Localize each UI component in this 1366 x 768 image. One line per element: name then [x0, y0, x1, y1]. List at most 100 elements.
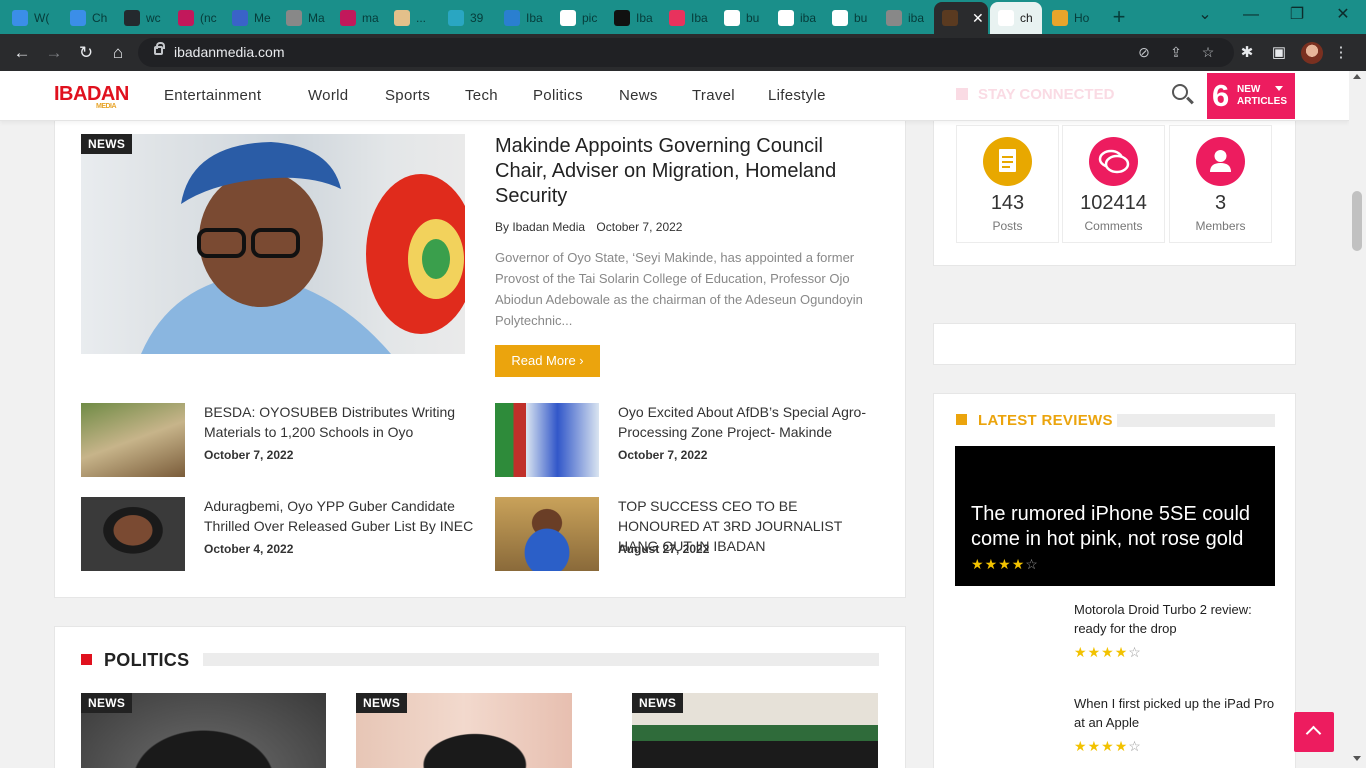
featured-image[interactable]	[81, 134, 465, 354]
read-more-label: Read More	[511, 353, 576, 368]
read-more-button[interactable]: Read More ›	[495, 345, 600, 377]
back-to-top-button[interactable]	[1294, 712, 1334, 752]
nav-link-sports[interactable]: Sports	[385, 87, 430, 104]
page-viewport: IBADAN MEDIA Entertainment World Sports …	[0, 71, 1349, 768]
restore-icon[interactable]: ❐	[1274, 0, 1320, 32]
section-marker	[81, 654, 92, 665]
review-hero-title[interactable]: The rumored iPhone 5SE could come in hot…	[971, 502, 1271, 552]
tab-title: Ch	[92, 11, 108, 25]
browser-tab[interactable]: (nc	[170, 2, 222, 34]
browser-tab[interactable]: bu	[716, 2, 768, 34]
stat-value: 102414	[1080, 192, 1147, 214]
article-title[interactable]: Oyo Excited About AfDB’s Special Agro-Pr…	[618, 402, 878, 442]
side-panel-icon[interactable]: ▣	[1268, 42, 1290, 64]
close-window-icon[interactable]: ✕	[1320, 0, 1366, 32]
browser-tab[interactable]: 39	[440, 2, 492, 34]
nav-link-news[interactable]: News	[619, 87, 658, 104]
new-articles-label-1: NEW	[1237, 84, 1261, 95]
article-thumbnail[interactable]	[495, 403, 599, 477]
chevron-right-icon: ›	[579, 353, 584, 368]
browser-tab[interactable]: ...	[386, 2, 438, 34]
tab-favicon	[394, 10, 410, 26]
browser-toolbar: ← → ↻ ⌂ ibadanmedia.com ⊘ ⇪ ☆ ✱ ▣ ⋮	[0, 34, 1366, 71]
tab-title: Ma	[308, 11, 325, 25]
browser-tab[interactable]: Ho	[1044, 2, 1098, 34]
featured-title[interactable]: Makinde Appoints Governing Council Chair…	[495, 134, 875, 209]
address-bar[interactable]: ibadanmedia.com ⊘ ⇪ ☆	[138, 38, 1234, 67]
browser-tab[interactable]: iba	[770, 2, 822, 34]
new-tab-icon[interactable]: +	[1106, 5, 1132, 31]
browser-tab[interactable]: Iba	[496, 2, 548, 34]
tab-search-chevron-icon[interactable]: ⌄	[1182, 0, 1228, 32]
browser-tab[interactable]: bu	[824, 2, 876, 34]
menu-kebab-icon[interactable]: ⋮	[1330, 42, 1352, 64]
star-filled-icon: ★	[1011, 556, 1026, 572]
close-tab-icon[interactable]: ✕	[972, 10, 984, 27]
nav-link-lifestyle[interactable]: Lifestyle	[768, 87, 826, 104]
stat-label: Comments	[1084, 219, 1143, 233]
browser-tab[interactable]: iba	[878, 2, 930, 34]
tab-favicon	[70, 10, 86, 26]
nav-link-tech[interactable]: Tech	[465, 87, 498, 104]
browser-tab[interactable]: W(	[4, 2, 56, 34]
scroll-down-arrow-icon[interactable]	[1353, 756, 1361, 761]
browser-tab[interactable]: Iba	[661, 2, 713, 34]
profile-avatar[interactable]	[1301, 42, 1323, 64]
stat-comments[interactable]: 102414 Comments	[1062, 125, 1165, 243]
article-thumbnail[interactable]	[81, 403, 185, 477]
page-scrollbar[interactable]	[1349, 71, 1366, 768]
back-icon[interactable]: ←	[8, 39, 36, 67]
tab-title: Iba	[526, 11, 543, 25]
browser-tab[interactable]: wc	[116, 2, 168, 34]
category-badge[interactable]: NEWS	[632, 693, 684, 713]
nav-link-politics[interactable]: Politics	[533, 87, 583, 104]
reload-icon[interactable]: ↻	[72, 39, 100, 67]
featured-author[interactable]: By Ibadan Media	[495, 220, 585, 234]
review-title[interactable]: Motorola Droid Turbo 2 review: ready for…	[1074, 600, 1279, 638]
eye-off-icon[interactable]: ⊘	[1135, 43, 1153, 61]
category-badge[interactable]: NEWS	[81, 134, 133, 154]
site-logo[interactable]: IBADAN MEDIA	[54, 83, 129, 110]
tab-title: ...	[416, 11, 427, 25]
browser-tab[interactable]: ch	[990, 2, 1042, 34]
stat-value: 3	[1214, 192, 1227, 214]
stat-members[interactable]: 3 Members	[1169, 125, 1272, 243]
category-badge[interactable]: NEWS	[356, 693, 408, 713]
browser-tab-active[interactable]: ✕	[934, 2, 988, 34]
tab-favicon	[286, 10, 302, 26]
scrollbar-thumb[interactable]	[1352, 191, 1362, 251]
article-thumbnail[interactable]	[81, 497, 185, 571]
article-title[interactable]: Aduragbemi, Oyo YPP Guber Candidate Thri…	[204, 496, 474, 536]
browser-tab[interactable]: Ma	[278, 2, 330, 34]
review-title[interactable]: When I first picked up the iPad Pro at a…	[1074, 694, 1279, 732]
latest-reviews-heading[interactable]: LATEST REVIEWS	[978, 412, 1113, 429]
nav-link-travel[interactable]: Travel	[692, 87, 735, 104]
scroll-up-arrow-icon[interactable]	[1353, 74, 1361, 79]
tab-title: Iba	[691, 11, 708, 25]
star-filled-icon: ★	[1074, 644, 1088, 660]
bookmark-star-icon[interactable]: ☆	[1199, 43, 1217, 61]
article-thumbnail[interactable]	[495, 497, 599, 571]
forward-icon[interactable]: →	[40, 39, 68, 67]
politics-heading[interactable]: POLITICS	[104, 650, 189, 671]
share-icon[interactable]: ⇪	[1167, 43, 1185, 61]
browser-tab[interactable]: pic	[552, 2, 604, 34]
nav-link-entertainment[interactable]: Entertainment	[164, 87, 261, 104]
article-title[interactable]: BESDA: OYOSUBEB Distributes Writing Mate…	[204, 402, 474, 442]
browser-tab[interactable]: Iba	[606, 2, 658, 34]
review-hero[interactable]: The rumored iPhone 5SE could come in hot…	[955, 446, 1275, 586]
browser-tab[interactable]: Me	[224, 2, 276, 34]
nav-link-world[interactable]: World	[308, 87, 348, 104]
user-icon	[1196, 137, 1245, 186]
search-icon[interactable]	[1172, 84, 1194, 106]
extensions-icon[interactable]: ✱	[1236, 42, 1258, 64]
category-badge[interactable]: NEWS	[81, 693, 133, 713]
lock-icon[interactable]	[154, 42, 165, 55]
new-articles-label-2: ARTICLES	[1237, 96, 1287, 107]
browser-tab[interactable]: Ch	[62, 2, 114, 34]
stat-posts[interactable]: 143 Posts	[956, 125, 1059, 243]
home-icon[interactable]: ⌂	[104, 39, 132, 67]
new-articles-button[interactable]: 6 NEW ARTICLES	[1207, 73, 1295, 119]
minimize-icon[interactable]: —	[1228, 0, 1274, 32]
browser-tab[interactable]: ma	[332, 2, 384, 34]
